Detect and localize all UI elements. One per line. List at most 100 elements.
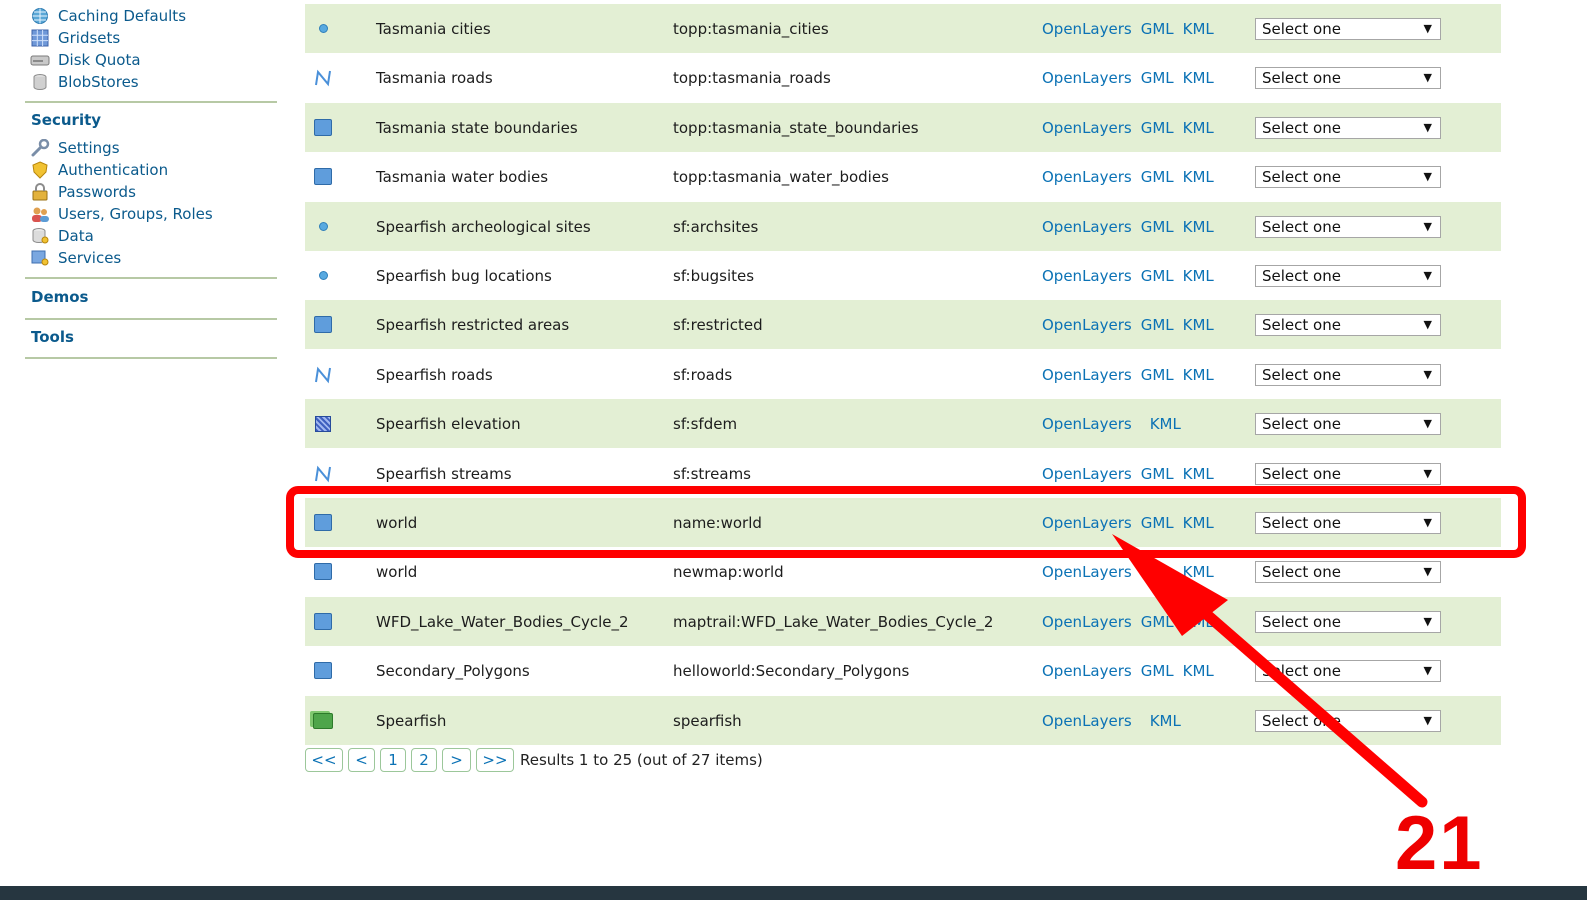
sidebar-item-gridsets[interactable]: Gridsets [30,27,120,49]
output-format-select[interactable]: Select one ▼ [1255,462,1441,485]
gml-link[interactable]: GML [1141,119,1174,137]
gml-link[interactable]: GML [1141,69,1174,87]
openlayers-link[interactable]: OpenLayers [1042,563,1132,581]
kml-link[interactable]: KML [1183,465,1214,483]
kml-link[interactable]: KML [1150,712,1181,730]
sidebar-item-authentication[interactable]: Authentication [30,159,168,181]
sidebar-item-settings[interactable]: Settings [30,137,120,159]
kml-link[interactable]: KML [1183,119,1214,137]
openlayers-link[interactable]: OpenLayers [1042,316,1132,334]
openlayers-link[interactable]: OpenLayers [1042,69,1132,87]
sidebar-heading-tools[interactable]: Tools [31,328,74,346]
openlayers-link[interactable]: OpenLayers [1042,366,1132,384]
gml-link[interactable]: GML [1141,218,1174,236]
table-row: WFD_Lake_Water_Bodies_Cycle_2 maptrail:WF… [305,597,1501,646]
prev-page-button[interactable]: < [348,748,375,772]
sidebar-item-label: Services [58,249,122,267]
format-select-cell: Select one ▼ [1255,53,1441,102]
sidebar-item-data[interactable]: Data [30,225,94,247]
page-1-button[interactable]: 1 [380,748,406,772]
shield-icon [30,161,50,179]
openlayers-link[interactable]: OpenLayers [1042,662,1132,680]
layer-name: spearfish [673,711,742,730]
gml-link[interactable]: GML [1141,613,1174,631]
output-format-select[interactable]: Select one ▼ [1255,412,1441,435]
sidebar-item-services[interactable]: Services [30,247,121,269]
gml-link[interactable]: GML [1141,20,1174,38]
line-layer-icon [313,53,333,102]
last-page-button[interactable]: >> [476,748,514,772]
gml-link[interactable]: GML [1141,366,1174,384]
output-format-select[interactable]: Select one ▼ [1255,363,1441,386]
gml-link[interactable]: GML [1141,563,1174,581]
kml-link[interactable]: KML [1183,218,1214,236]
first-page-button[interactable]: << [305,748,343,772]
select-value: Select one [1262,118,1341,137]
dropdown-arrow-icon: ▼ [1423,220,1432,233]
layer-name: sf:sfdem [673,414,738,433]
polygon-layer-icon [313,300,333,349]
sidebar-heading-demos[interactable]: Demos [31,288,89,306]
sidebar-item-blobstores[interactable]: BlobStores [30,71,139,93]
output-format-select[interactable]: Select one ▼ [1255,610,1441,633]
next-page-button[interactable]: > [442,748,471,772]
gml-link[interactable]: GML [1141,662,1174,680]
output-format-select[interactable]: Select one ▼ [1255,560,1441,583]
page-2-button[interactable]: 2 [411,748,437,772]
sidebar-heading-security[interactable]: Security [31,111,101,129]
output-format-select[interactable]: Select one ▼ [1255,66,1441,89]
output-format-select[interactable]: Select one ▼ [1255,313,1441,336]
openlayers-link[interactable]: OpenLayers [1042,712,1132,730]
kml-link[interactable]: KML [1150,415,1181,433]
openlayers-link[interactable]: OpenLayers [1042,20,1132,38]
openlayers-link[interactable]: OpenLayers [1042,218,1132,236]
openlayers-link[interactable]: OpenLayers [1042,415,1132,433]
output-format-select[interactable]: Select one ▼ [1255,215,1441,238]
kml-link[interactable]: KML [1183,613,1214,631]
openlayers-link[interactable]: OpenLayers [1042,267,1132,285]
users-icon [30,205,50,223]
preview-links: OpenLayers GML KML [1042,597,1223,646]
gml-link[interactable]: GML [1141,168,1174,186]
layer-name: topp:tasmania_roads [673,68,831,87]
kml-link[interactable]: KML [1183,563,1214,581]
select-value: Select one [1262,711,1341,730]
output-format-select[interactable]: Select one ▼ [1255,165,1441,188]
kml-link[interactable]: KML [1183,316,1214,334]
database-key-icon [30,227,50,245]
sidebar-item-users-groups-roles[interactable]: Users, Groups, Roles [30,203,213,225]
layer-name: sf:bugsites [673,266,755,285]
format-select-cell: Select one ▼ [1255,696,1441,745]
sidebar-item-caching-defaults[interactable]: Caching Defaults [30,5,186,27]
preview-links: OpenLayers GML KML [1042,152,1223,201]
select-value: Select one [1262,464,1341,483]
sidebar-item-disk-quota[interactable]: Disk Quota [30,49,141,71]
preview-links: OpenLayers KML [1042,399,1190,448]
layer-name: topp:tasmania_state_boundaries [673,118,919,137]
gml-link[interactable]: GML [1141,465,1174,483]
output-format-select[interactable]: Select one ▼ [1255,709,1441,732]
kml-link[interactable]: KML [1183,69,1214,87]
gml-link[interactable]: GML [1141,267,1174,285]
sidebar-item-passwords[interactable]: Passwords [30,181,136,203]
output-format-select[interactable]: Select one ▼ [1255,264,1441,287]
dropdown-arrow-icon: ▼ [1423,121,1432,134]
table-row: Tasmania cities topp:tasmania_cities OpenL… [305,4,1501,53]
layer-name: maptrail:WFD_Lake_Water_Bodies_Cycle_2 [673,612,994,631]
output-format-select[interactable]: Select one ▼ [1255,659,1441,682]
output-format-select[interactable]: Select one ▼ [1255,17,1441,40]
openlayers-link[interactable]: OpenLayers [1042,465,1132,483]
format-select-cell: Select one ▼ [1255,152,1441,201]
openlayers-link[interactable]: OpenLayers [1042,168,1132,186]
kml-link[interactable]: KML [1183,366,1214,384]
kml-link[interactable]: KML [1183,267,1214,285]
gml-link[interactable]: GML [1141,316,1174,334]
output-format-select[interactable]: Select one ▼ [1255,116,1441,139]
kml-link[interactable]: KML [1183,168,1214,186]
openlayers-link[interactable]: OpenLayers [1042,613,1132,631]
openlayers-link[interactable]: OpenLayers [1042,119,1132,137]
table-row: Tasmania water bodies topp:tasmania_water… [305,152,1501,201]
kml-link[interactable]: KML [1183,20,1214,38]
kml-link[interactable]: KML [1183,662,1214,680]
sidebar-item-label: Settings [58,139,120,157]
